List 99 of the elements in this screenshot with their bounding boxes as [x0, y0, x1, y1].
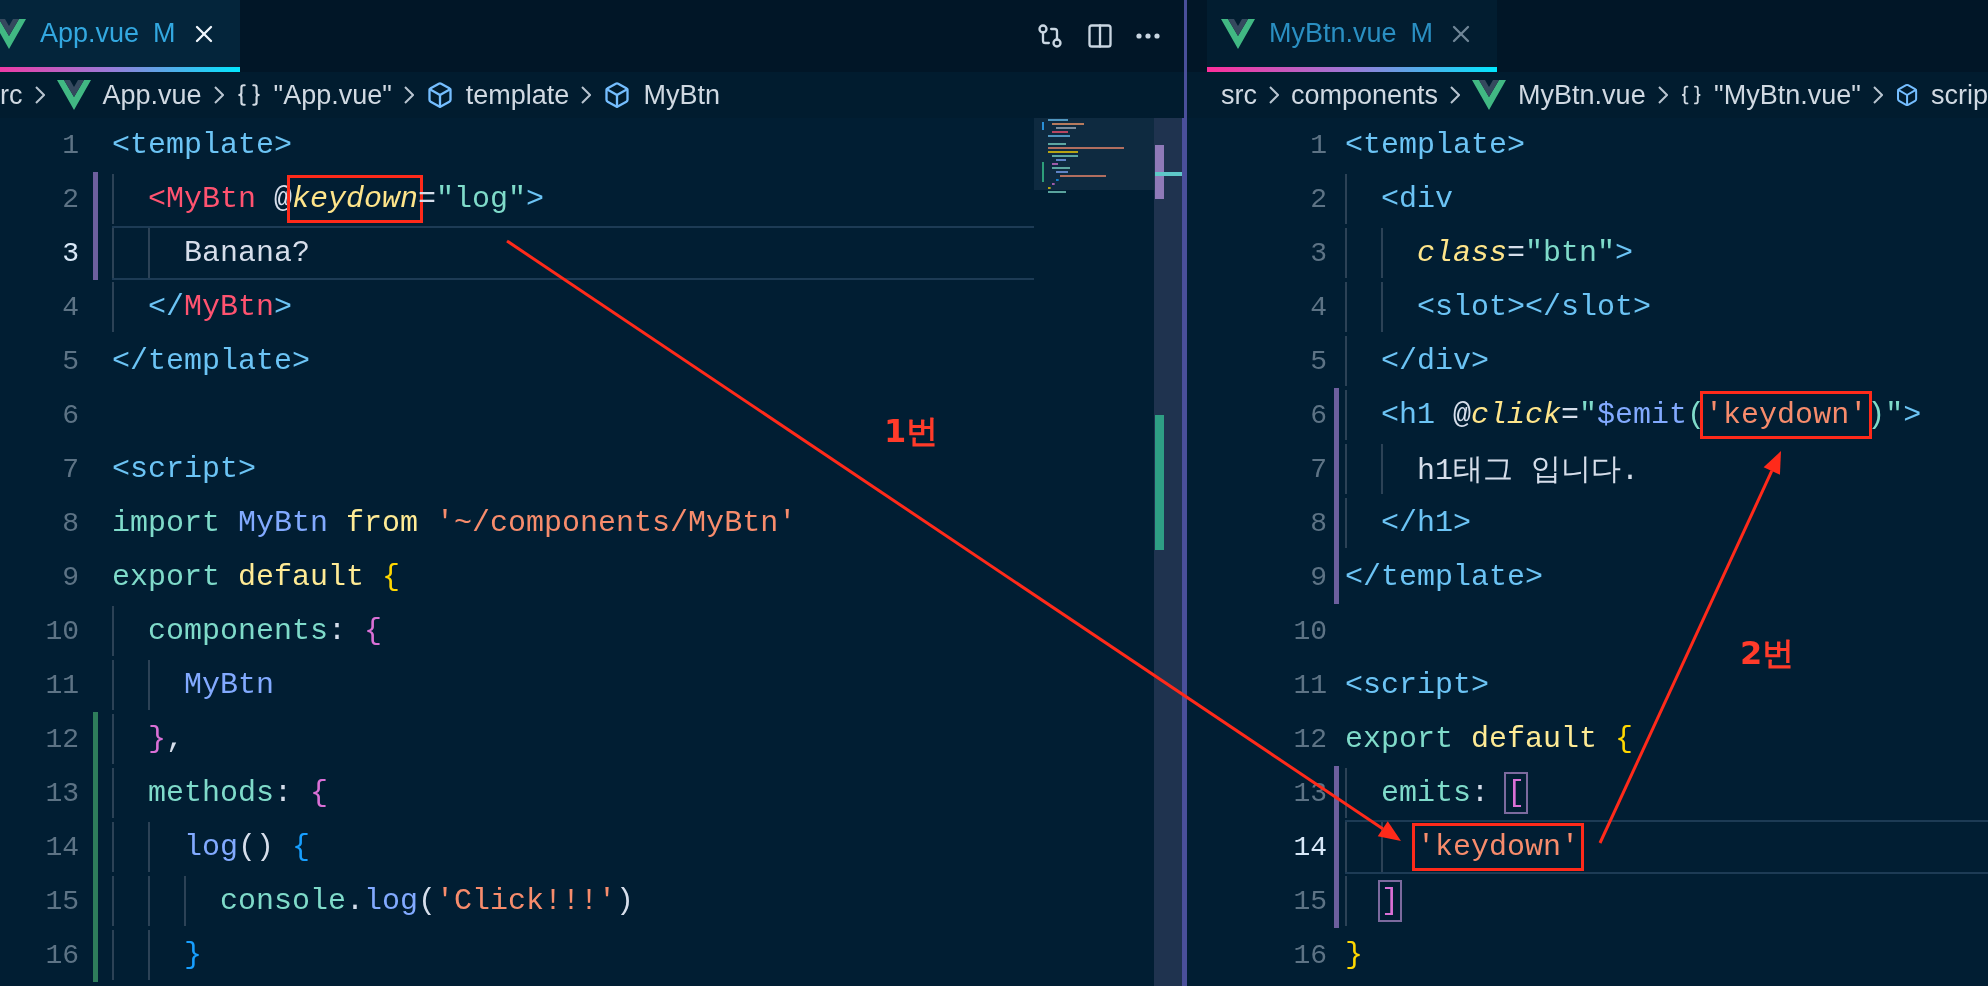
code-text: emits:: [1381, 776, 1491, 810]
breadcrumb-item[interactable]: "MyBtn.vue": [1714, 79, 1861, 111]
code-line: <template>: [1345, 128, 1526, 162]
editor-tab[interactable]: MyBtn.vue M: [1207, 0, 1498, 72]
code-line: <script>: [112, 452, 257, 486]
more-icon: [1136, 33, 1160, 39]
line-number: 3: [1309, 237, 1327, 269]
code-line: components: {: [148, 614, 383, 648]
code-line: </h1>: [1381, 506, 1471, 540]
split-editor-icon: [1086, 22, 1114, 50]
breadcrumb-item[interactable]: template: [465, 79, 570, 111]
code-line: class="btn">: [1417, 236, 1634, 270]
line-number: 15: [1292, 885, 1327, 917]
line-number: 16: [1292, 939, 1327, 971]
code-line: }: [184, 938, 202, 972]
breadcrumb-item[interactable]: src: [1221, 79, 1257, 111]
code-line: <template>: [112, 128, 293, 162]
line-number: 4: [1309, 291, 1327, 323]
code-line: MyBtn: [184, 668, 274, 702]
line-number: 9: [61, 561, 79, 593]
line-number: 4: [61, 291, 79, 323]
line-number: 1: [1309, 129, 1327, 161]
cube-icon: [1894, 81, 1919, 109]
line-number: 10: [1292, 615, 1327, 647]
code-line: </MyBtn>: [148, 290, 293, 324]
code-line: methods: {: [148, 776, 329, 810]
bracket-highlight: [: [1504, 772, 1529, 814]
breadcrumb-item[interactable]: MyBtn: [643, 79, 720, 111]
line-number: 12: [44, 723, 79, 755]
breadcrumb-item[interactable]: App.vue: [102, 79, 202, 111]
chevron-icon: [1872, 86, 1883, 104]
chevron-icon: [1269, 86, 1279, 104]
line-number: 11: [1292, 669, 1327, 701]
line-number: 15: [44, 885, 79, 917]
more-actions-button[interactable]: [1136, 33, 1160, 39]
line-number: 14: [1292, 831, 1327, 863]
highlight-box: 'keydown': [1412, 823, 1585, 871]
code-line: Banana?: [184, 236, 311, 270]
code-line: log() {: [184, 830, 311, 864]
bracket-highlight: ]: [1378, 880, 1402, 922]
compare-changes-button[interactable]: [1036, 22, 1064, 50]
code-line: console.log('Click!!!'): [220, 884, 635, 918]
line-number: 5: [1309, 345, 1327, 377]
line-number: 1: [61, 129, 79, 161]
code-line: }: [1345, 938, 1363, 972]
editor-tab[interactable]: App.vue M: [0, 0, 240, 72]
code-line: </div>: [1381, 344, 1490, 378]
breadcrumb-item[interactable]: MyBtn.vue: [1518, 79, 1646, 111]
line-number: 14: [44, 831, 79, 863]
chevron-icon: [1657, 86, 1668, 104]
line-number: 7: [61, 453, 79, 485]
code-line: export default {: [112, 560, 401, 594]
line-number: 11: [44, 669, 79, 701]
modified-status: M: [153, 18, 176, 49]
code-line: </template>: [1345, 560, 1544, 594]
cube-icon: [603, 81, 632, 109]
line-number: 2: [61, 183, 79, 215]
line-number: 9: [1309, 561, 1327, 593]
chevron-icon: [213, 86, 224, 104]
line-number: 3: [61, 237, 79, 269]
code-line: </template>: [112, 344, 311, 378]
code-line: <div: [1381, 182, 1453, 216]
breadcrumb-item[interactable]: scrip: [1931, 79, 1988, 111]
code-line: <script>: [1345, 668, 1490, 702]
split-editor-button[interactable]: [1086, 22, 1114, 50]
code-line: export default {: [1345, 722, 1634, 756]
line-number: 13: [44, 777, 79, 809]
chevron-icon: [1450, 86, 1461, 104]
code-line: },: [148, 722, 185, 756]
line-number: 10: [44, 615, 79, 647]
chevron-icon: [403, 86, 414, 104]
braces-icon: [235, 82, 262, 108]
chevron-icon: [34, 86, 45, 104]
breadcrumb-item[interactable]: "App.vue": [273, 79, 392, 111]
vue-icon: [1221, 18, 1255, 49]
cube-icon: [425, 81, 454, 109]
vue-icon: [0, 18, 26, 49]
code-line: import MyBtn from '~/components/MyBtn': [112, 506, 797, 540]
line-number: 5: [61, 345, 79, 377]
vue-icon: [1472, 80, 1507, 110]
chevron-icon: [581, 86, 592, 104]
breadcrumb-item[interactable]: components: [1291, 79, 1439, 111]
line-number: 8: [1309, 507, 1327, 539]
vue-icon: [56, 80, 91, 110]
line-number: 6: [1309, 399, 1327, 431]
code-line: h1태그 입니다.: [1417, 452, 1639, 490]
breadcrumb-item[interactable]: rc: [0, 79, 23, 111]
annotation-label: 1번: [884, 411, 939, 452]
compare-icon: [1036, 22, 1064, 50]
line-number: 6: [61, 399, 79, 431]
code-line: <slot></slot>: [1417, 290, 1652, 324]
line-number: 2: [1309, 183, 1327, 215]
line-number: 8: [61, 507, 79, 539]
line-number: 7: [1309, 453, 1327, 485]
highlight-box: 'keydown': [1700, 391, 1873, 439]
annotation-label: 2번: [1740, 633, 1795, 674]
line-number: 12: [1292, 723, 1327, 755]
line-number: 16: [44, 939, 79, 971]
modified-status: M: [1410, 18, 1434, 49]
